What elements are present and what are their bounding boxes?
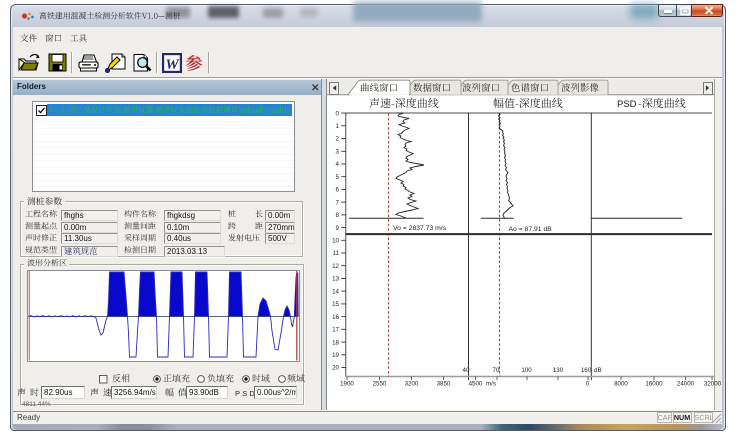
svg-text:7: 7 [336,199,340,206]
svg-text:3200: 3200 [405,380,419,387]
svg-text:32000: 32000 [704,380,722,387]
svg-text:5: 5 [336,173,340,180]
svg-text:0: 0 [336,110,340,117]
svg-text:10: 10 [332,237,339,244]
svg-text:24000: 24000 [677,380,695,387]
svg-text:19: 19 [332,352,339,359]
svg-text:2: 2 [336,135,340,142]
svg-text:0: 0 [586,380,590,387]
svg-text:40: 40 [463,367,470,374]
svg-text:15: 15 [332,301,339,308]
svg-text:m/s: m/s [486,380,496,387]
svg-text:17: 17 [332,326,339,333]
svg-text:16000: 16000 [645,380,663,387]
svg-text:130: 130 [553,367,564,374]
svg-text:8: 8 [336,212,340,219]
svg-text:160: 160 [581,367,592,374]
svg-text:16: 16 [332,313,339,320]
svg-text:8000: 8000 [614,380,628,387]
svg-text:1: 1 [336,123,340,130]
svg-text:3850: 3850 [437,380,451,387]
svg-text:6: 6 [336,186,340,193]
svg-text:18: 18 [332,339,339,346]
svg-text:4: 4 [336,161,340,168]
svg-text:dB: dB [594,367,602,374]
svg-text:Vo = 2837.73 m/s: Vo = 2837.73 m/s [393,225,447,232]
svg-text:11: 11 [333,250,340,257]
svg-text:W: W [165,57,180,73]
svg-text:9: 9 [336,224,340,231]
svg-text:Ao = 87.91 dB: Ao = 87.91 dB [509,226,553,233]
svg-text:3: 3 [336,148,340,155]
svg-text:70: 70 [493,367,500,374]
svg-text:2550: 2550 [373,380,387,387]
svg-text:4500: 4500 [469,380,483,387]
svg-text:100: 100 [521,367,532,374]
svg-text:1900: 1900 [340,380,354,387]
svg-text:20: 20 [332,364,339,371]
svg-text:13: 13 [332,275,339,282]
svg-text:12: 12 [332,262,339,269]
svg-text:14: 14 [332,288,339,295]
